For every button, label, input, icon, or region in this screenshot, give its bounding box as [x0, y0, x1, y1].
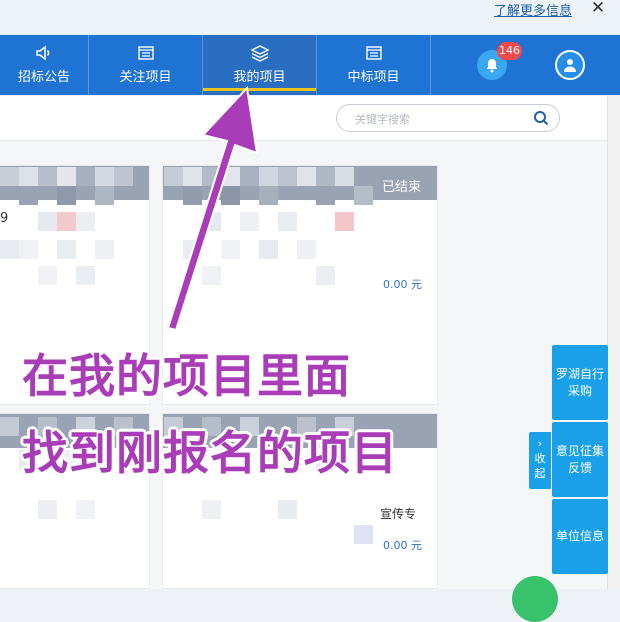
- chevron-right-icon: ›: [537, 437, 543, 450]
- annotation-text-line-2: 找到刚报名的项目: [22, 426, 398, 480]
- feedback-button[interactable]: 意见征集反馈: [552, 422, 608, 497]
- button-label: 罗湖自行采购: [555, 366, 604, 398]
- floating-chat-button[interactable]: [512, 576, 558, 622]
- unit-info-button[interactable]: 单位信息: [552, 499, 608, 574]
- fold-toggle-button[interactable]: › 收起: [529, 432, 551, 489]
- self-procurement-button[interactable]: 罗湖自行采购: [552, 345, 608, 420]
- button-label: 意见征集反馈: [555, 443, 604, 475]
- annotation-arrow: [166, 85, 259, 332]
- annotation-text-line-1: 在我的项目里面: [22, 349, 351, 403]
- fold-label: 收起: [534, 452, 546, 480]
- button-label: 单位信息: [555, 529, 604, 543]
